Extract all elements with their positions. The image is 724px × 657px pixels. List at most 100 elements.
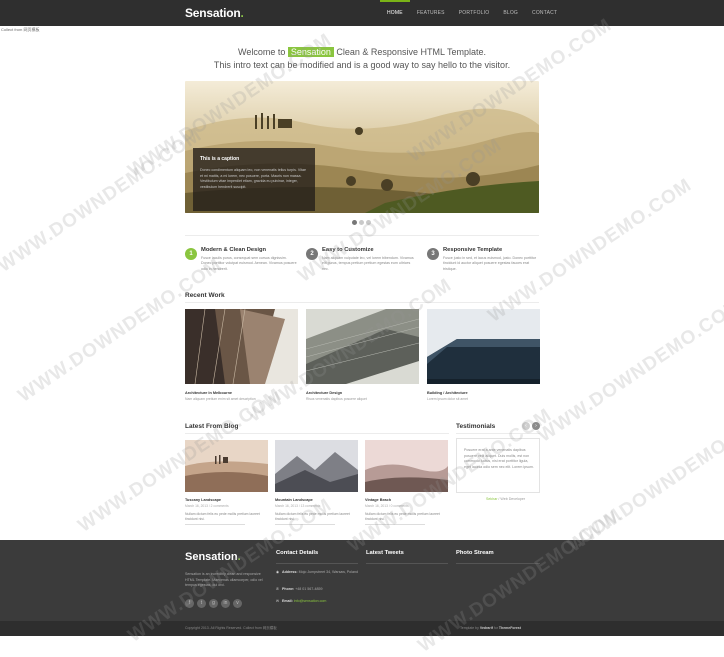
collect-note: Collect from 网页模板 bbox=[1, 27, 40, 32]
footer bbox=[0, 540, 724, 621]
top-navigation-bar bbox=[0, 0, 724, 26]
nav-contact[interactable]: CONTACT bbox=[525, 0, 564, 26]
feature-title[interactable]: Modern & Clean Design bbox=[201, 247, 266, 253]
divider bbox=[275, 524, 335, 525]
work-description: Risus venenatis dapibus posuere aliquet bbox=[306, 397, 367, 401]
slider-dot-3[interactable] bbox=[366, 220, 371, 225]
blog-thumbnail[interactable] bbox=[185, 440, 268, 492]
watermark: WWW.DOWNDEMO.COM bbox=[564, 404, 724, 557]
nav-features[interactable]: FEATURES bbox=[410, 0, 452, 26]
social-links: f t g in v bbox=[185, 599, 242, 608]
author-name: Sekhar bbox=[486, 497, 498, 501]
blog-thumbnail[interactable] bbox=[365, 440, 448, 492]
work-title[interactable]: Architecture In Melbourne bbox=[185, 391, 232, 395]
nav-home[interactable]: HOME bbox=[380, 0, 410, 26]
author-link[interactable]: Vedrarif bbox=[480, 626, 493, 630]
intro-subtext: This intro text can be modified and is a… bbox=[213, 60, 511, 70]
contact-phone: ✆ Phone: +48 01 567-4859 bbox=[276, 587, 323, 591]
caption-title: This is a caption bbox=[200, 156, 240, 162]
work-item-3[interactable]: Building / Architecture Lorem ipsum dolo… bbox=[427, 309, 540, 401]
template-credit: Template by Vedrarif for ThemeForest bbox=[460, 626, 521, 630]
testimonial-text: Posuere erat a ante venenatis dapibus po… bbox=[464, 448, 534, 469]
divider bbox=[276, 563, 358, 564]
watermark: WWW.DOWNDEMO.COM bbox=[534, 294, 724, 447]
blog-excerpt: Nullam dictum felis eu pede mollis preti… bbox=[365, 512, 440, 521]
work-thumbnail[interactable] bbox=[185, 309, 298, 384]
googleplus-icon[interactable]: g bbox=[209, 599, 218, 608]
feature-text: Nam aliquam vulputate leo, vel lorem bib… bbox=[322, 256, 414, 271]
divider bbox=[185, 433, 449, 434]
work-title[interactable]: Building / Architecture bbox=[427, 391, 468, 395]
work-thumbnail[interactable] bbox=[306, 309, 419, 384]
blog-heading: Latest From Blog bbox=[185, 423, 239, 430]
tweets-heading: Latest Tweets bbox=[366, 550, 404, 556]
blog-excerpt: Nullam dictum felis eu pede mollis preti… bbox=[275, 512, 350, 521]
divider bbox=[185, 235, 539, 236]
divider bbox=[365, 524, 425, 525]
blog-thumbnail[interactable] bbox=[275, 440, 358, 492]
work-description: Nam aliquam pretium enim sit amet descri… bbox=[185, 397, 256, 401]
email-link[interactable]: info@sensation.com bbox=[294, 599, 327, 603]
feature-number: 3 bbox=[427, 248, 439, 260]
divider bbox=[456, 433, 540, 434]
intro-highlight: Sensation bbox=[287, 47, 334, 57]
themeforest-link[interactable]: ThemeForest bbox=[499, 626, 521, 630]
blog-meta: March 16, 2013 / 13 comments bbox=[275, 504, 321, 508]
author-role: / Web Developer bbox=[498, 497, 526, 501]
contact-email: ✉ Email: info@sensation.com bbox=[276, 599, 327, 603]
prev-arrow-icon[interactable]: ‹ bbox=[522, 422, 530, 430]
footer-logo[interactable]: Sensation. bbox=[185, 551, 241, 563]
blog-title[interactable]: Tuscany Landscape bbox=[185, 498, 221, 502]
watermark: WWW.DOWNDEMO.COM bbox=[0, 124, 206, 277]
footer-description: Sensation is an incredibly clean and res… bbox=[185, 572, 263, 587]
blog-post-1[interactable]: Tuscany Landscape March 16, 2013 / 2 com… bbox=[185, 440, 268, 525]
testimonial-navigation: ‹ › bbox=[522, 422, 540, 430]
feature-number: 2 bbox=[306, 248, 318, 260]
caption-text: Donec condimentum aliquam leo, non venen… bbox=[200, 168, 307, 189]
facebook-icon[interactable]: f bbox=[185, 599, 194, 608]
blog-post-2[interactable]: Mountain Landscape March 16, 2013 / 13 c… bbox=[275, 440, 358, 525]
blog-post-3[interactable]: Vintage Beach March 16, 2013 / 0 comment… bbox=[365, 440, 448, 525]
blog-meta: March 16, 2013 / 0 comments bbox=[365, 504, 409, 508]
intro-welcome: Welcome to bbox=[238, 47, 288, 57]
photo-stream-heading: Photo Stream bbox=[456, 550, 494, 556]
site-logo[interactable]: Sensation. bbox=[185, 6, 244, 20]
vimeo-icon[interactable]: v bbox=[233, 599, 242, 608]
slider-caption: This is a caption Donec condimentum aliq… bbox=[193, 148, 315, 211]
blog-title[interactable]: Vintage Beach bbox=[365, 498, 391, 502]
slider-dot-1[interactable] bbox=[352, 220, 357, 225]
feature-text: Fusce justo in sed, et lacus euismod, ju… bbox=[443, 256, 537, 271]
blog-title[interactable]: Mountain Landscape bbox=[275, 498, 313, 502]
next-arrow-icon[interactable]: › bbox=[532, 422, 540, 430]
feature-number: 1 bbox=[185, 248, 197, 260]
intro-tagline: Clean & Responsive HTML Template. bbox=[333, 47, 486, 57]
contact-heading: Contact Details bbox=[276, 550, 319, 556]
divider bbox=[185, 524, 245, 525]
divider bbox=[185, 302, 539, 303]
testimonial-quote-box: Posuere erat a ante venenatis dapibus po… bbox=[456, 438, 540, 493]
testimonials-heading: Testimonials bbox=[456, 423, 496, 430]
work-description: Lorem ipsum dolor sit amet bbox=[427, 397, 468, 401]
copyright: Copyright 2013. All Rights Reserved. Col… bbox=[185, 626, 277, 630]
feature-text: Fusce iaculis purus, consequat sem cursu… bbox=[201, 256, 297, 271]
nav-portfolio[interactable]: PORTFOLIO bbox=[452, 0, 497, 26]
work-title[interactable]: Architecture Design bbox=[306, 391, 342, 395]
slider-pagination bbox=[352, 220, 371, 225]
blog-excerpt: Nullam dictum felis eu pede mollis preti… bbox=[185, 512, 260, 521]
feature-title[interactable]: Responsive Template bbox=[443, 247, 502, 253]
linkedin-icon[interactable]: in bbox=[221, 599, 230, 608]
main-nav: HOME FEATURES PORTFOLIO BLOG CONTACT bbox=[380, 0, 564, 26]
nav-blog[interactable]: BLOG bbox=[496, 0, 525, 26]
intro-text: Welcome to Sensation Clean & Responsive … bbox=[150, 46, 574, 72]
slider-dot-2[interactable] bbox=[359, 220, 364, 225]
feature-title[interactable]: Easy to Customize bbox=[322, 247, 374, 253]
bottom-bar bbox=[0, 621, 724, 636]
work-item-1[interactable]: Architecture In Melbourne Nam aliquam pr… bbox=[185, 309, 298, 401]
contact-address: ◉ Address: Mojo Jumpstreet 34, Warsaw, Po… bbox=[276, 570, 358, 574]
work-thumbnail[interactable] bbox=[427, 309, 540, 384]
twitter-icon[interactable]: t bbox=[197, 599, 206, 608]
work-item-2[interactable]: Architecture Design Risus venenatis dapi… bbox=[306, 309, 419, 401]
blog-meta: March 16, 2013 / 2 comments bbox=[185, 504, 229, 508]
recent-work-heading: Recent Work bbox=[185, 292, 225, 299]
divider bbox=[456, 563, 540, 564]
